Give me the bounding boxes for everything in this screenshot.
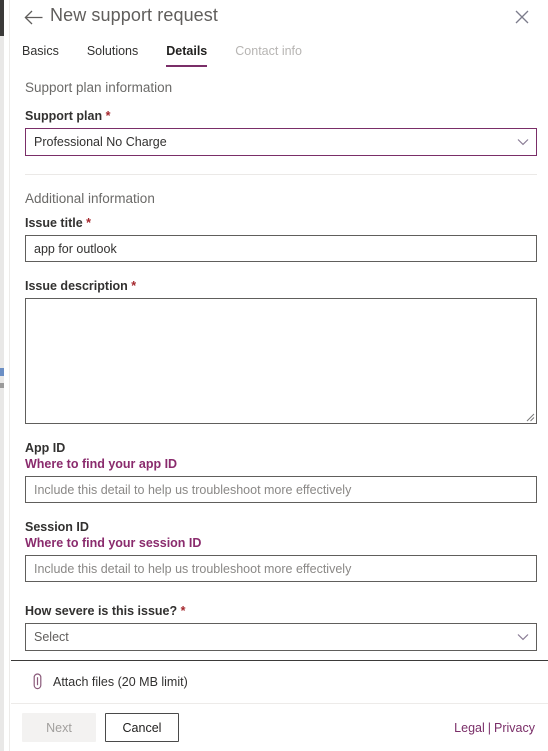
scrollbar-nub[interactable]: [0, 368, 4, 376]
issue-description-label-text: Issue description: [25, 279, 128, 293]
required-marker: *: [105, 109, 111, 123]
legal-privacy-links: Legal | Privacy: [454, 721, 535, 735]
tab-details[interactable]: Details: [166, 44, 208, 67]
tab-basics[interactable]: Basics: [22, 44, 59, 66]
required-marker: *: [131, 279, 137, 293]
session-id-input[interactable]: [25, 555, 537, 582]
severity-label-text: How severe is this issue?: [25, 604, 178, 618]
issue-description-field: Issue description *: [18, 279, 537, 424]
severity-field: How severe is this issue? * Select: [18, 604, 537, 651]
additional-info-section-heading: Additional information: [25, 191, 155, 206]
form-scroll-area: Support plan information Support plan * …: [11, 72, 548, 660]
severity-select-wrap: Select: [25, 623, 537, 651]
tab-bar: Basics Solutions Details Contact info: [11, 44, 548, 72]
app-id-help-link[interactable]: Where to find your app ID: [25, 457, 537, 471]
support-plan-select[interactable]: Professional No Charge: [25, 128, 537, 156]
attach-files-label[interactable]: Attach files (20 MB limit): [53, 675, 188, 689]
session-id-help-link[interactable]: Where to find your session ID: [25, 536, 537, 550]
support-plan-select-wrap: Professional No Charge: [25, 128, 537, 156]
severity-select[interactable]: Select: [25, 623, 537, 651]
paperclip-icon: [29, 673, 45, 691]
issue-description-textarea[interactable]: [25, 298, 537, 424]
issue-description-wrap: [25, 298, 537, 424]
scrollbar-nub-secondary[interactable]: [0, 383, 4, 388]
app-id-label: App ID: [25, 441, 66, 455]
issue-title-label-text: Issue title: [25, 216, 83, 230]
issue-description-label: Issue description *: [25, 279, 537, 293]
support-plan-field: Support plan * Professional No Charge: [18, 109, 537, 156]
session-id-label: Session ID: [25, 520, 89, 534]
session-id-field: Session ID Where to find your session ID: [18, 520, 537, 582]
support-request-panel: New support request Basics Solutions Det…: [11, 0, 548, 751]
issue-title-input[interactable]: [25, 235, 537, 262]
arrow-left-icon[interactable]: [22, 6, 44, 28]
close-icon[interactable]: [511, 6, 533, 28]
privacy-link[interactable]: Privacy: [494, 721, 535, 735]
issue-title-field: Issue title *: [18, 216, 537, 262]
next-button[interactable]: Next: [22, 713, 96, 742]
tab-contact-info: Contact info: [235, 44, 302, 58]
cancel-button[interactable]: Cancel: [105, 713, 179, 742]
support-plan-section-heading: Support plan information: [25, 80, 173, 95]
severity-label: How severe is this issue? *: [25, 604, 537, 618]
tab-solutions[interactable]: Solutions: [87, 44, 138, 66]
support-plan-label: Support plan *: [25, 109, 537, 123]
link-separator: |: [487, 720, 492, 735]
panel-footer: Next Cancel Legal | Privacy: [11, 703, 548, 751]
app-id-input[interactable]: [25, 476, 537, 503]
required-marker: *: [86, 216, 92, 230]
issue-title-label: Issue title *: [25, 216, 537, 230]
section-divider: [25, 174, 537, 175]
panel-left-gutter: [4, 0, 10, 751]
support-plan-label-text: Support plan: [25, 109, 103, 123]
app-id-field: App ID Where to find your app ID: [18, 441, 537, 503]
legal-link[interactable]: Legal: [454, 721, 485, 735]
panel-header: New support request: [11, 0, 548, 38]
required-marker: *: [180, 604, 186, 618]
attach-files-row[interactable]: Attach files (20 MB limit): [11, 660, 548, 703]
page-title: New support request: [50, 5, 218, 25]
